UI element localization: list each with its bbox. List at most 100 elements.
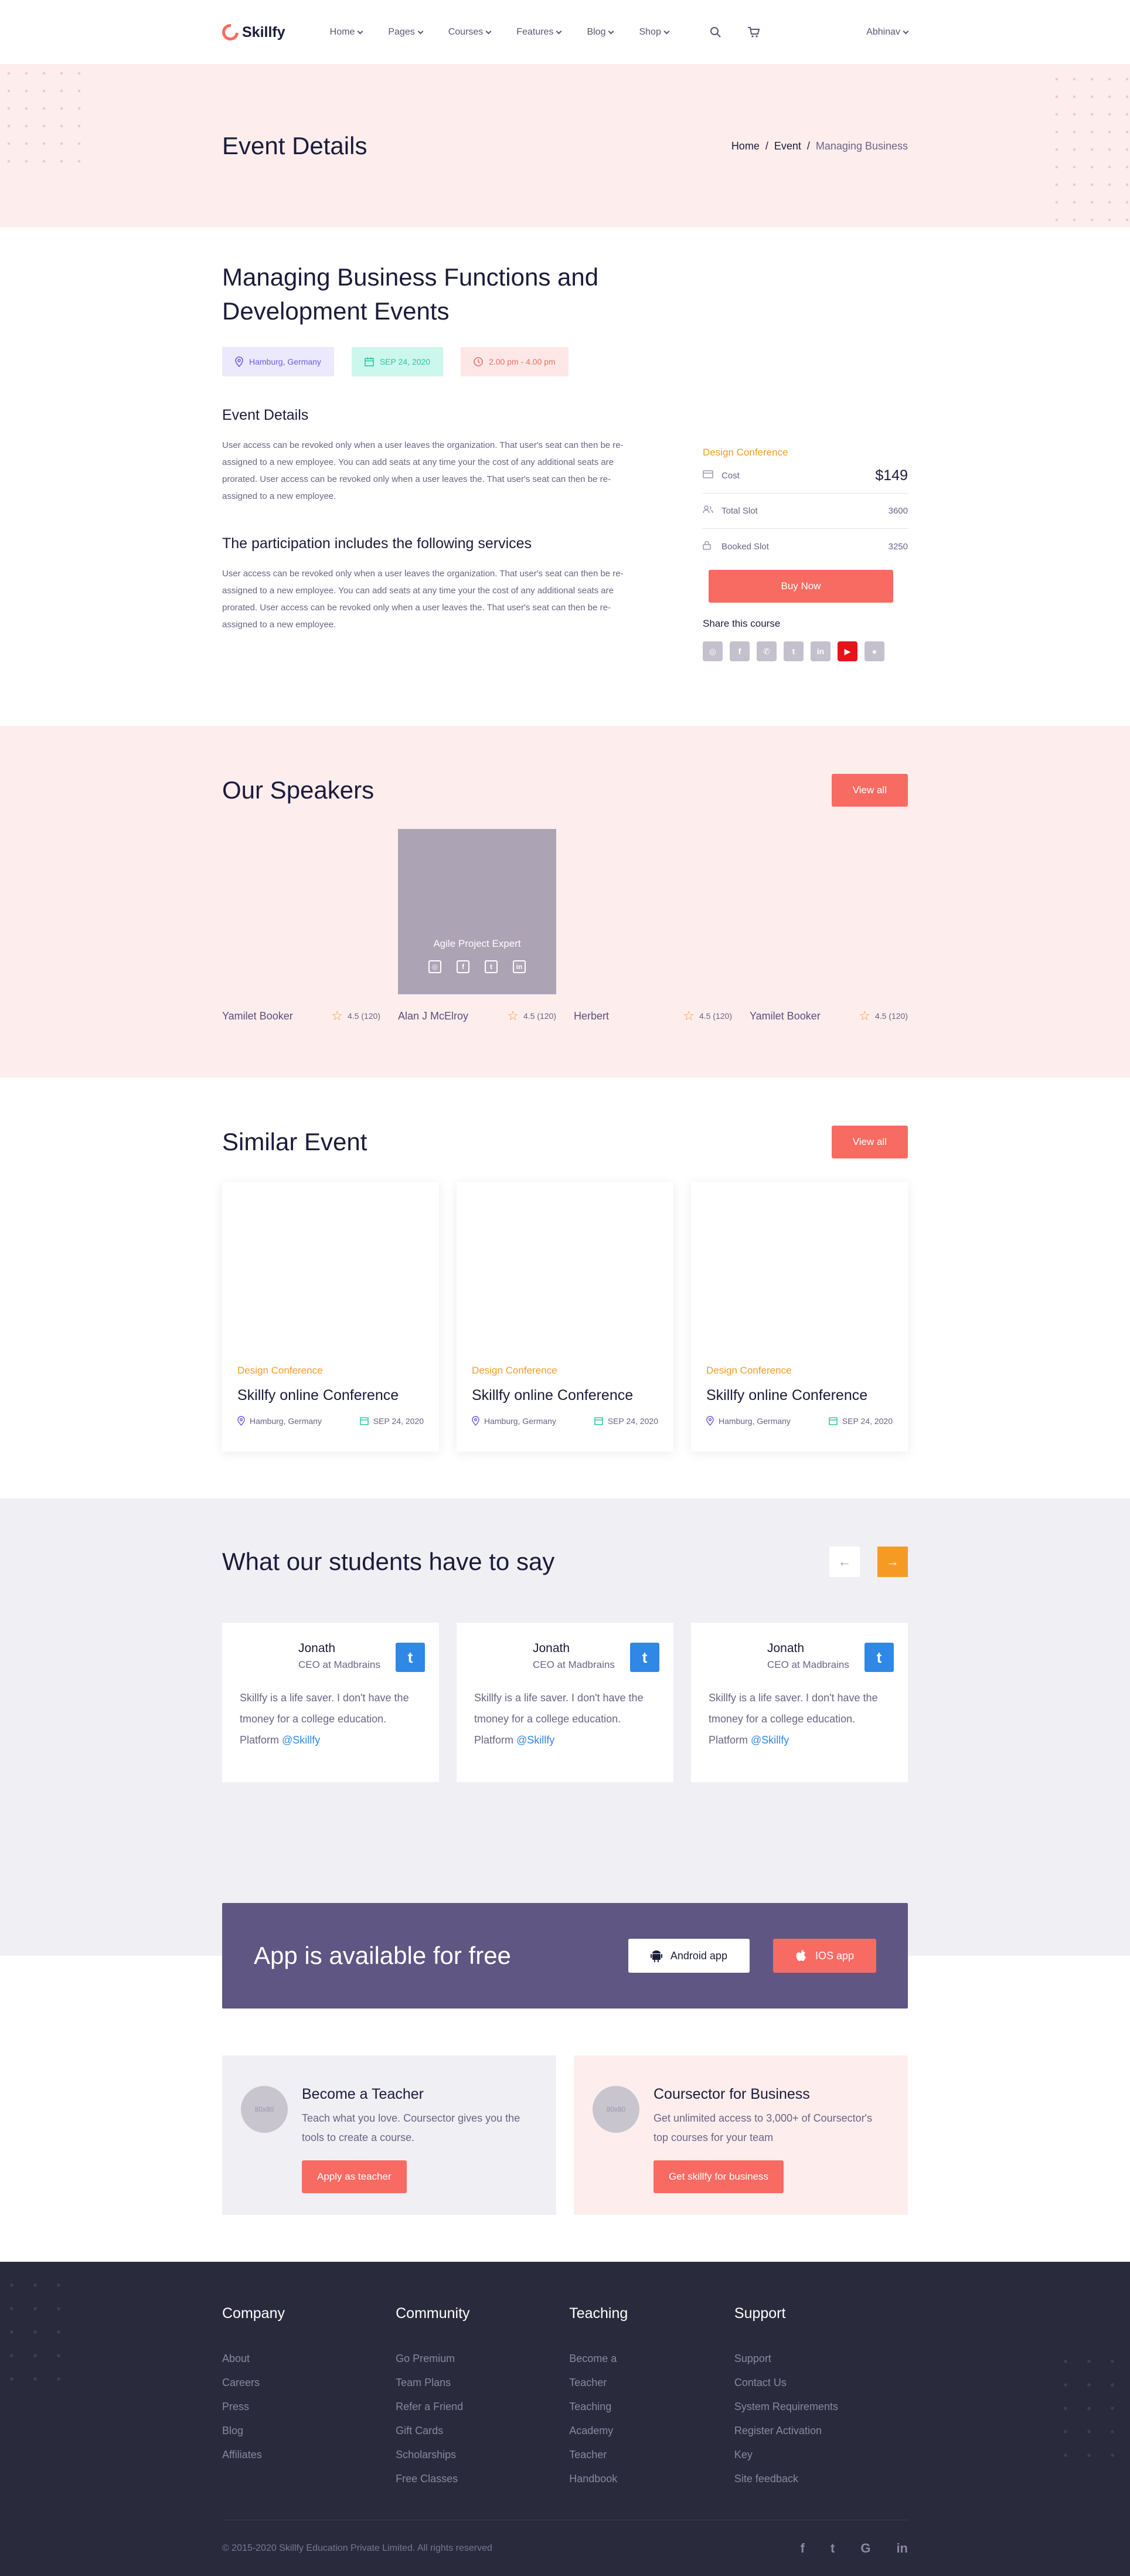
search-icon[interactable]	[710, 26, 721, 38]
speaker-card[interactable]: Herbert ☆ 4.5 (120)	[574, 829, 732, 1024]
footer-link[interactable]: Teacher	[569, 2443, 734, 2467]
instagram-icon[interactable]: ◎	[428, 960, 441, 973]
footer-link[interactable]: Academy	[569, 2419, 734, 2443]
footer-link[interactable]: Contact Us	[734, 2371, 908, 2395]
twitter-icon[interactable]: t	[784, 641, 804, 661]
buy-now-button[interactable]: Buy Now	[709, 570, 893, 603]
nav-blog[interactable]: Blog	[587, 27, 614, 38]
event-card-title[interactable]: Skillfy online Conference	[472, 1387, 658, 1404]
nav-shop[interactable]: Shop	[639, 27, 670, 38]
footer-link[interactable]: Free Classes	[396, 2467, 569, 2491]
twitter-icon[interactable]: t	[485, 960, 498, 973]
twitter-icon[interactable]: t	[864, 1643, 894, 1672]
footer-link[interactable]: Blog	[222, 2419, 396, 2443]
speaker-card[interactable]: Yamilet Booker ☆ 4.5 (120)	[750, 829, 908, 1024]
event-card[interactable]: Design Conference Skillfy online Confere…	[457, 1182, 673, 1452]
facebook-icon[interactable]: f	[801, 2541, 805, 2556]
testimonial-handle[interactable]: @Skillfy	[516, 1734, 554, 1746]
speakers-section: Our Speakers View all Yamilet Booker ☆ 4.…	[0, 726, 1130, 1078]
footer-link[interactable]: Scholarships	[396, 2443, 569, 2467]
sidebar-category: Design Conference	[703, 447, 788, 458]
footer-link[interactable]: Gift Cards	[396, 2419, 569, 2443]
footer-link[interactable]: Key	[734, 2443, 908, 2467]
footer-link[interactable]: Handbook	[569, 2467, 734, 2491]
event-sidebar: Design Conference Cost $149 Total Slot 3…	[703, 260, 908, 661]
speaker-meta: Alan J McElroy ☆ 4.5 (120)	[398, 1008, 556, 1024]
footer-link[interactable]: Site feedback	[734, 2467, 908, 2491]
nav-courses[interactable]: Courses	[448, 27, 492, 38]
app-banner-wrap: App is available for free Android app IO…	[0, 1903, 1130, 2009]
speaker-name[interactable]: Yamilet Booker	[750, 1010, 821, 1022]
ios-app-button[interactable]: IOS app	[772, 1939, 876, 1973]
speaker-name[interactable]: Yamilet Booker	[222, 1010, 293, 1022]
facebook-icon[interactable]: f	[730, 641, 750, 661]
facebook-icon[interactable]: f	[457, 960, 469, 973]
cart-icon[interactable]	[747, 26, 760, 38]
android-app-button[interactable]: Android app	[628, 1939, 750, 1973]
twitter-icon[interactable]: t	[630, 1643, 659, 1672]
footer-link[interactable]: System Requirements	[734, 2395, 908, 2419]
arrow-right-icon[interactable]: →	[877, 1547, 908, 1577]
brand-logo[interactable]: Skillfy	[219, 21, 285, 44]
event-card-title[interactable]: Skillfy online Conference	[237, 1387, 424, 1404]
speaker-card[interactable]: Yamilet Booker ☆ 4.5 (120)	[222, 829, 380, 1024]
arrow-left-icon[interactable]: ←	[829, 1547, 860, 1577]
ios-label: IOS app	[815, 1949, 854, 1962]
twitter-icon[interactable]: t	[396, 1643, 425, 1672]
star-icon: ☆	[683, 1008, 695, 1023]
footer-link[interactable]: Press	[222, 2395, 396, 2419]
footer-link[interactable]: Affiliates	[222, 2443, 396, 2467]
linkedin-icon[interactable]: in	[896, 2541, 908, 2556]
business-card: 80x80 Coursector for Business Get unlimi…	[574, 2055, 908, 2215]
apply-teacher-button[interactable]: Apply as teacher	[302, 2160, 407, 2193]
footer-link[interactable]: Become a	[569, 2347, 734, 2371]
calendar-icon	[365, 357, 374, 366]
speaker-card[interactable]: Agile Project Expert ◎ f t in Alan J McE…	[398, 829, 556, 1024]
users-icon	[703, 505, 721, 516]
nav-features[interactable]: Features	[516, 27, 562, 38]
card-icon	[703, 470, 721, 481]
breadcrumb-home[interactable]: Home	[731, 140, 760, 152]
similar-title: Similar Event	[222, 1128, 367, 1156]
similar-view-all-button[interactable]: View all	[831, 1126, 908, 1158]
footer-link[interactable]: Support	[734, 2347, 908, 2371]
cost-value: $149	[875, 467, 908, 484]
breadcrumb-event[interactable]: Event	[774, 140, 801, 152]
footer-link[interactable]: Teacher	[569, 2371, 734, 2395]
twitter-icon[interactable]: t	[831, 2541, 835, 2556]
whatsapp-icon[interactable]: ✆	[757, 641, 777, 661]
testimonial-handle[interactable]: @Skillfy	[751, 1734, 789, 1746]
footer-link[interactable]: Register Activation	[734, 2419, 908, 2443]
event-card[interactable]: Design Conference Skillfy online Confere…	[222, 1182, 439, 1452]
location-text: Hamburg, Germany	[249, 357, 321, 366]
google-icon[interactable]: G	[860, 2541, 870, 2556]
event-card-location: Hamburg, Germany	[237, 1416, 322, 1426]
booked-slot-label: Booked Slot	[721, 541, 769, 552]
nav-pages[interactable]: Pages	[388, 27, 424, 38]
cta-text: Teach what you love. Coursector gives yo…	[302, 2112, 520, 2143]
footer-link[interactable]: Refer a Friend	[396, 2395, 569, 2419]
nav-home[interactable]: Home	[330, 27, 363, 38]
speaker-name[interactable]: Herbert	[574, 1010, 609, 1022]
share-icons: ◎ f ✆ t in ▶ ●	[703, 641, 908, 661]
clock-icon	[474, 357, 483, 366]
instagram-icon[interactable]: ◎	[703, 641, 723, 661]
footer-link[interactable]: About	[222, 2347, 396, 2371]
linkedin-icon[interactable]: in	[513, 960, 526, 973]
footer-link[interactable]: Teaching	[569, 2395, 734, 2419]
footer-link[interactable]: Team Plans	[396, 2371, 569, 2395]
footer-link[interactable]: Go Premium	[396, 2347, 569, 2371]
event-card-title[interactable]: Skillfy online Conference	[706, 1387, 893, 1404]
testimonial-handle[interactable]: @Skillfy	[282, 1734, 320, 1746]
event-card[interactable]: Design Conference Skillfy online Confere…	[691, 1182, 908, 1452]
linkedin-icon[interactable]: in	[811, 641, 831, 661]
share-heading: Share this course	[703, 618, 781, 629]
user-menu[interactable]: Abhinav	[866, 27, 909, 38]
footer-link[interactable]: Careers	[222, 2371, 396, 2395]
reddit-icon[interactable]: ●	[864, 641, 884, 661]
speaker-name[interactable]: Alan J McElroy	[398, 1010, 468, 1022]
event-title: Managing Business Functions and Developme…	[222, 260, 641, 328]
speakers-view-all-button[interactable]: View all	[831, 774, 908, 807]
youtube-icon[interactable]: ▶	[838, 641, 857, 661]
business-button[interactable]: Get skillfy for business	[654, 2160, 784, 2193]
